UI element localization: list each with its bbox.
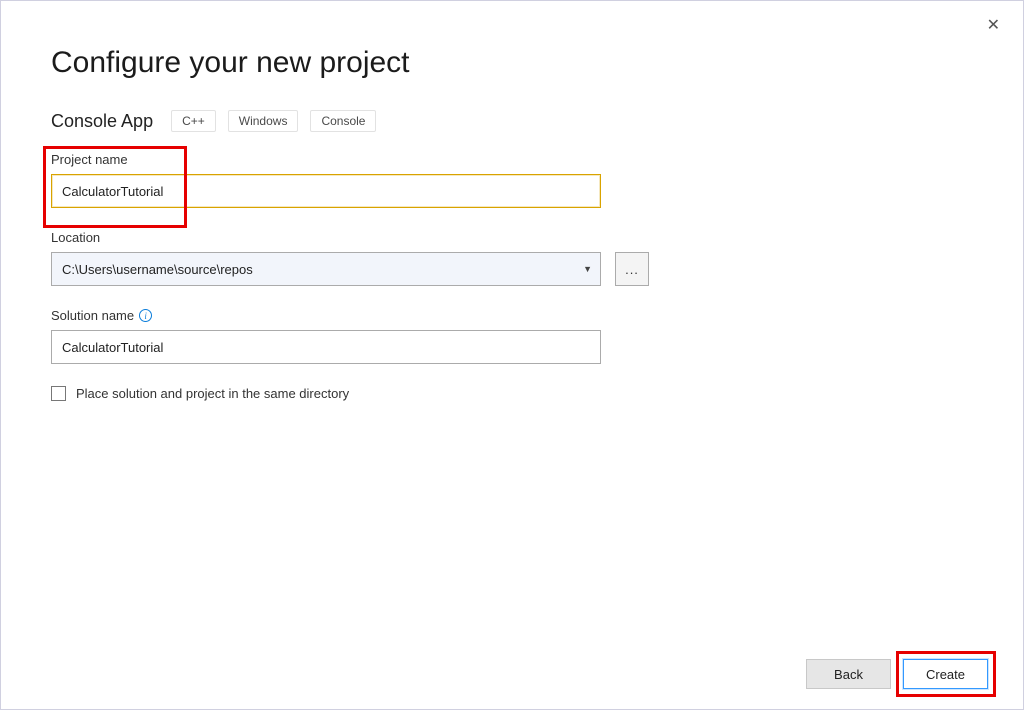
- location-value: C:\Users\username\source\repos: [62, 262, 253, 277]
- project-name-label: Project name: [51, 152, 973, 167]
- location-label: Location: [51, 230, 973, 245]
- template-tag: Windows: [228, 110, 299, 132]
- template-row: Console App C++ Windows Console: [51, 110, 973, 132]
- close-icon[interactable]: ✕: [979, 11, 1008, 39]
- browse-button[interactable]: ...: [615, 252, 649, 286]
- create-button[interactable]: Create: [903, 659, 988, 689]
- project-name-group: Project name: [51, 152, 973, 208]
- chevron-down-icon: ▼: [583, 264, 592, 274]
- page-title: Configure your new project: [51, 46, 973, 80]
- template-name: Console App: [51, 111, 153, 132]
- template-tag: C++: [171, 110, 216, 132]
- location-group: Location C:\Users\username\source\repos …: [51, 230, 973, 286]
- same-dir-checkbox[interactable]: [51, 386, 66, 401]
- solution-name-input[interactable]: [51, 330, 601, 364]
- solution-name-group: Solution name i: [51, 308, 973, 364]
- back-button[interactable]: Back: [806, 659, 891, 689]
- project-name-input[interactable]: [51, 174, 601, 208]
- same-dir-label: Place solution and project in the same d…: [76, 386, 349, 401]
- location-combo[interactable]: C:\Users\username\source\repos ▼: [51, 252, 601, 286]
- solution-name-label: Solution name i: [51, 308, 973, 323]
- same-dir-row: Place solution and project in the same d…: [51, 386, 973, 401]
- template-tag: Console: [310, 110, 376, 132]
- info-icon[interactable]: i: [139, 309, 152, 322]
